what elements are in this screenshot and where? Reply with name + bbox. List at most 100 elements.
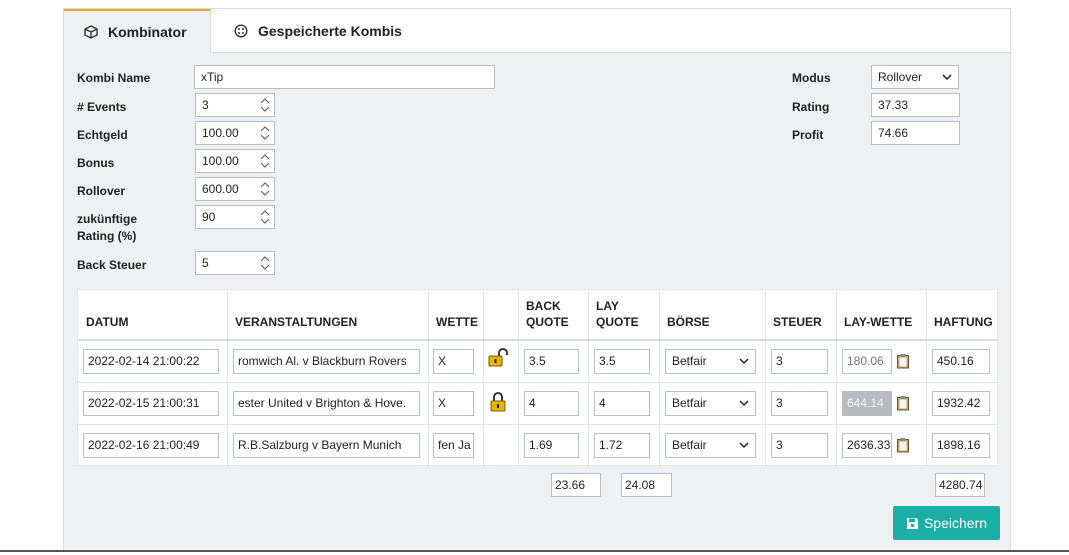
tab-kombinator[interactable]: Kombinator bbox=[64, 9, 211, 53]
wette-input[interactable]: fen Ja bbox=[433, 433, 474, 458]
rating-future-label-line2: Rating (%) bbox=[77, 229, 137, 243]
header-back-quote-line1: BACK bbox=[526, 299, 561, 313]
wette-input[interactable]: X bbox=[433, 349, 474, 374]
unlock-icon[interactable] bbox=[488, 348, 508, 370]
boerse-value: Betfair bbox=[672, 354, 707, 368]
boerse-value: Betfair bbox=[672, 396, 707, 410]
rating-label: Rating bbox=[792, 100, 830, 114]
lay-quote-input[interactable]: 4 bbox=[594, 391, 650, 416]
chevron-down-icon bbox=[739, 358, 749, 365]
events-label: # Events bbox=[77, 100, 127, 114]
column-divider bbox=[659, 290, 660, 465]
steuer-input[interactable]: 3 bbox=[771, 391, 828, 416]
rating-future-input[interactable]: 90 bbox=[195, 205, 275, 229]
bonus-value: 100.00 bbox=[202, 154, 239, 168]
event-input[interactable]: R.B.Salzburg v Bayern Munich bbox=[233, 433, 420, 458]
row-divider bbox=[78, 424, 997, 425]
back-quote-input[interactable]: 3.5 bbox=[524, 349, 579, 374]
page-bottom-border bbox=[0, 550, 1069, 552]
rating-field[interactable]: 37.33 bbox=[871, 93, 960, 117]
header-steuer: STEUER bbox=[773, 315, 822, 329]
lay-wette-field[interactable]: 2636.33 bbox=[842, 433, 892, 458]
wette-input[interactable]: X bbox=[433, 391, 474, 416]
clipboard-icon[interactable] bbox=[896, 437, 910, 453]
header-back-quote-line2: QUOTE bbox=[526, 315, 569, 329]
spinner-icon[interactable] bbox=[259, 125, 271, 141]
lock-icon[interactable] bbox=[490, 391, 510, 413]
header-haftung: HAFTUNG bbox=[934, 315, 993, 329]
total-haftung: 4280.74 bbox=[935, 473, 985, 497]
back-quote-input[interactable]: 1.69 bbox=[524, 433, 579, 458]
chevron-down-icon bbox=[739, 400, 749, 407]
header-datum: DATUM bbox=[86, 315, 129, 329]
row-divider bbox=[78, 382, 997, 383]
events-input[interactable]: 3 bbox=[195, 93, 275, 117]
lay-quote-input[interactable]: 3.5 bbox=[594, 349, 650, 374]
chevron-down-icon bbox=[942, 74, 952, 81]
echtgeld-input[interactable]: 100.00 bbox=[195, 121, 275, 145]
header-divider bbox=[78, 339, 997, 341]
back-steuer-input[interactable]: 5 bbox=[195, 251, 275, 275]
column-divider bbox=[227, 290, 228, 465]
datum-input[interactable]: 2022-02-15 21:00:31 bbox=[83, 391, 219, 416]
haftung-field[interactable]: 1932.42 bbox=[932, 391, 990, 416]
back-steuer-label: Back Steuer bbox=[77, 258, 147, 272]
profit-field[interactable]: 74.66 bbox=[871, 121, 960, 145]
bonus-input[interactable]: 100.00 bbox=[195, 149, 275, 173]
echtgeld-label: Echtgeld bbox=[77, 128, 128, 142]
modus-label: Modus bbox=[792, 71, 831, 85]
modus-select[interactable]: Rollover bbox=[871, 65, 959, 89]
clipboard-icon[interactable] bbox=[896, 395, 910, 411]
events-value: 3 bbox=[202, 98, 209, 112]
spinner-icon[interactable] bbox=[259, 97, 271, 113]
kombinator-panel: Kombinator Gespeicherte Kombis Kombi Nam… bbox=[63, 8, 1011, 551]
header-wette: WETTE bbox=[436, 315, 478, 329]
clipboard-icon[interactable] bbox=[896, 353, 910, 369]
back-quote-input[interactable]: 4 bbox=[524, 391, 579, 416]
echtgeld-value: 100.00 bbox=[202, 126, 239, 140]
rollover-label: Rollover bbox=[77, 184, 126, 198]
lay-quote-input[interactable]: 1.72 bbox=[594, 433, 650, 458]
rating-future-label-line1: zukünftige bbox=[77, 212, 137, 226]
event-input[interactable]: ester United v Brighton & Hove. bbox=[233, 391, 420, 416]
haftung-field[interactable]: 1898.16 bbox=[932, 433, 990, 458]
event-input[interactable]: romwich Al. v Blackburn Rovers bbox=[233, 349, 420, 374]
save-button[interactable]: Speichern bbox=[893, 506, 1000, 540]
lay-wette-field[interactable]: 644.14 bbox=[842, 391, 892, 416]
rollover-value: 600.00 bbox=[202, 182, 239, 196]
steuer-input[interactable]: 3 bbox=[771, 349, 828, 374]
tab-gespeicherte-kombis[interactable]: Gespeicherte Kombis bbox=[212, 9, 402, 52]
column-divider bbox=[836, 290, 837, 465]
datum-input[interactable]: 2022-02-16 21:00:49 bbox=[83, 433, 219, 458]
rollover-input[interactable]: 600.00 bbox=[195, 177, 275, 201]
boerse-select[interactable]: Betfair bbox=[665, 391, 756, 416]
spinner-icon[interactable] bbox=[259, 181, 271, 197]
rating-future-value: 90 bbox=[202, 210, 216, 224]
header-lay-quote-line2: QUOTE bbox=[596, 315, 639, 329]
bonus-label: Bonus bbox=[77, 156, 115, 170]
steuer-input[interactable]: 3 bbox=[771, 433, 828, 458]
spinner-icon[interactable] bbox=[259, 153, 271, 169]
header-lay-quote: LAY QUOTE bbox=[588, 290, 659, 340]
header-boerse: BÖRSE bbox=[667, 315, 710, 329]
datum-input[interactable]: 2022-02-14 21:00:22 bbox=[83, 349, 219, 374]
lay-wette-field[interactable]: 180.06 bbox=[842, 349, 892, 374]
chevron-down-icon bbox=[739, 442, 749, 449]
rating-future-label: zukünftige Rating (%) bbox=[77, 211, 137, 245]
dice-icon bbox=[234, 23, 248, 38]
haftung-field[interactable]: 450.16 bbox=[932, 349, 990, 374]
spinner-icon[interactable] bbox=[259, 255, 271, 271]
events-table: DATUM VERANSTALTUNGEN WETTE BACK QUOTE L… bbox=[77, 289, 998, 466]
cube-icon bbox=[84, 25, 98, 39]
header-back-quote: BACK QUOTE bbox=[518, 290, 588, 340]
total-lay-quote: 24.08 bbox=[621, 473, 672, 497]
floppy-icon bbox=[906, 517, 919, 530]
boerse-select[interactable]: Betfair bbox=[665, 349, 756, 374]
header-lay-quote-line1: LAY bbox=[596, 299, 619, 313]
column-divider bbox=[588, 290, 589, 465]
kombi-name-input[interactable]: xTip bbox=[194, 65, 495, 89]
kombi-name-label: Kombi Name bbox=[77, 71, 151, 85]
tab-gespeicherte-kombis-label: Gespeicherte Kombis bbox=[258, 22, 402, 39]
spinner-icon[interactable] bbox=[259, 209, 271, 225]
boerse-select[interactable]: Betfair bbox=[665, 433, 756, 458]
